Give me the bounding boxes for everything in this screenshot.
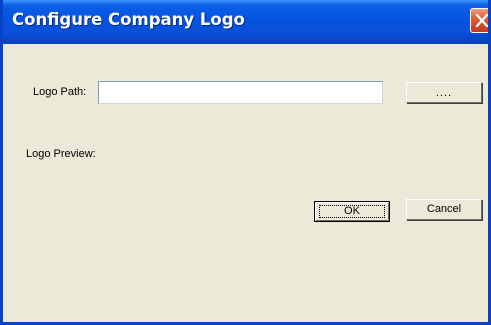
ok-button[interactable]: OK: [314, 201, 390, 222]
dialog-titlebar[interactable]: Configure Company Logo: [3, 0, 488, 44]
logo-preview-label: Logo Preview:: [26, 148, 96, 160]
ok-button-label: OK: [344, 205, 360, 217]
logo-path-input[interactable]: [98, 81, 383, 104]
close-x-icon: [475, 13, 488, 28]
browse-button[interactable]: ....: [406, 82, 482, 103]
dialog-title: Configure Company Logo: [12, 10, 245, 29]
logo-path-label: Logo Path:: [33, 86, 87, 98]
cancel-button[interactable]: Cancel: [406, 199, 482, 220]
close-button[interactable]: [470, 8, 488, 33]
configure-logo-dialog: Configure Company Logo Logo Path: .... L…: [0, 0, 491, 325]
